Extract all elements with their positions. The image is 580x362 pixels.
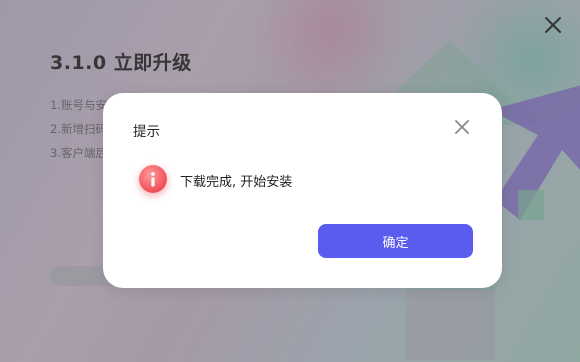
dialog-message: 下载完成, 开始安装 [180,175,293,190]
confirm-button[interactable]: 确定 [318,224,473,258]
close-icon[interactable] [454,119,470,135]
upgrade-window: 3.1.0 立即升级 1.账号与安 2.新增扫码 3.客户端后 提示 下载完成,… [0,0,580,362]
info-icon [139,165,167,193]
dialog-title: 提示 [133,124,160,140]
install-dialog: 提示 下载完成, 开始安装 确定 [103,93,502,288]
